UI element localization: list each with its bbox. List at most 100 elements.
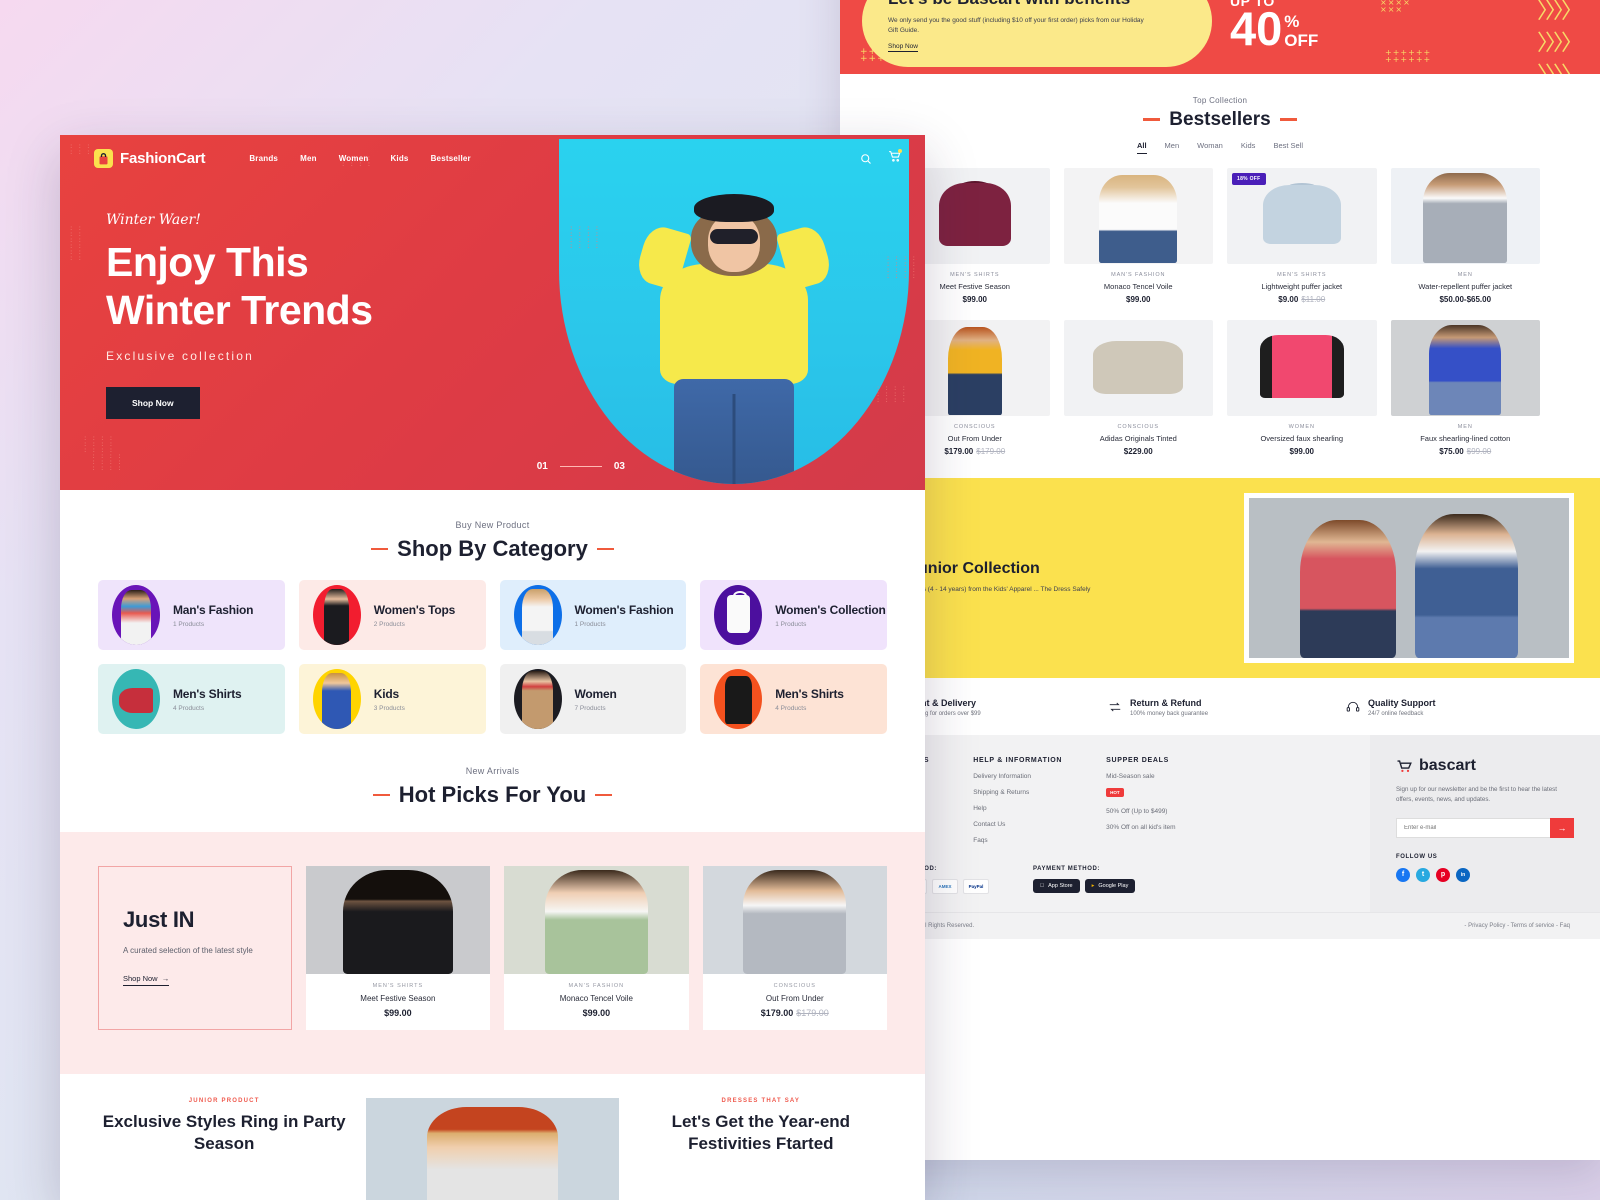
nav-item-bestseller[interactable]: Bestseller — [431, 154, 471, 163]
product-price: $9.00 — [1278, 294, 1299, 304]
benefit-shop-now-link[interactable]: Shop Now — [888, 43, 918, 53]
cart-icon — [1397, 759, 1412, 772]
just-in-description: A curated selection of the latest style — [123, 946, 253, 955]
product-card[interactable]: MEN Water-repellent puffer jacket $50.00… — [1390, 167, 1540, 304]
deal-item-30-off: 30% Off on all kid's item — [1106, 823, 1176, 831]
product-price: $99.00 — [962, 294, 987, 304]
hot-picks-title: Hot Picks For You — [398, 782, 587, 807]
newsletter-email-input[interactable] — [1396, 817, 1550, 838]
footer-link-faqs[interactable]: Faqs — [973, 837, 1062, 844]
facebook-icon[interactable]: f — [1396, 867, 1410, 882]
footer-link-shipping-returns[interactable]: Shipping & Returns — [973, 789, 1062, 796]
nav-item-kids[interactable]: Kids — [390, 154, 408, 163]
product-card[interactable]: CONSCIOUS Adidas Originals Tinted $229.0… — [1063, 319, 1213, 456]
bascart-name: bascart — [1419, 756, 1476, 774]
category-card-womens-tops[interactable]: Women's Tops 2 Products — [298, 580, 486, 650]
blog-card-right[interactable]: DRESSES THAT SAY Let's Get the Year-end … — [635, 1098, 887, 1155]
twitter-icon[interactable]: t — [1416, 867, 1430, 882]
blog-card-left[interactable]: JUNIOR PRODUCT Exclusive Styles Ring in … — [98, 1098, 350, 1155]
just-in-shop-now-link[interactable]: Shop Now → — [123, 973, 170, 986]
category-name: Men's Shirts — [775, 686, 844, 701]
category-card-womens-fashion[interactable]: Women's Fashion 1 Products — [499, 580, 687, 650]
nav-item-brands[interactable]: Brands — [249, 154, 278, 163]
category-card-womens-collection[interactable]: Women's Collection 1 Products — [700, 580, 887, 650]
cart-button[interactable] — [888, 148, 902, 168]
product-card[interactable]: CONSCIOUS Out From Under $179.00 $179.00 — [702, 866, 887, 1030]
category-card-women[interactable]: Women 7 Products — [499, 664, 687, 734]
product-card[interactable]: MAN'S FASHION Monaco Tencel Voile $99.00 — [504, 866, 689, 1030]
hero-shop-now-button[interactable]: Shop Now — [106, 386, 200, 419]
category-card-kids[interactable]: Kids 3 Products — [298, 664, 486, 734]
offer-value: 40 — [1230, 2, 1283, 56]
payment-method-stores: PAYMENT METHOD: App Store ▸Google Play — [1033, 865, 1136, 894]
product-card[interactable]: WOMEN Oversized faux shearling $99.00 — [1227, 319, 1377, 456]
deal-item-50-off: 50% Off (Up to $499) — [1106, 807, 1168, 815]
footer-link-contact-us[interactable]: Contact Us — [973, 821, 1062, 828]
filter-tab-all[interactable]: All — [1136, 141, 1147, 154]
shop-by-category-section: Buy New Product Shop By Category Man's F… — [60, 490, 925, 748]
category-card-mans-fashion[interactable]: Man's Fashion 1 Products — [98, 580, 285, 650]
product-tag: CONSCIOUS — [1117, 423, 1159, 430]
product-tag: MEN'S SHIRTS — [372, 983, 424, 989]
arrow-right-icon: → — [161, 973, 170, 983]
product-card[interactable]: MEN Faux shearling-lined cotton $75.00 $9… — [1390, 319, 1540, 456]
slide-current[interactable]: 01 — [537, 461, 548, 472]
filter-tab-men[interactable]: Men — [1165, 141, 1180, 154]
benefit-text: We only send you the good stuff (includi… — [888, 16, 1144, 34]
app-store-button[interactable]: App Store — [1033, 878, 1080, 893]
hero-title-line-1: Enjoy This — [106, 239, 309, 285]
product-name: Adidas Originals Tinted — [1099, 433, 1177, 443]
dash-left-icon — [1143, 118, 1161, 121]
product-card[interactable]: 18% OFF MEN'S SHIRTS Lightweight puffer … — [1227, 167, 1377, 304]
blog-tag: DRESSES THAT SAY — [721, 1098, 801, 1104]
service-subtitle: 100% money back guarantee — [1130, 710, 1209, 717]
slide-total[interactable]: 03 — [614, 461, 625, 472]
bag-glyph-icon — [99, 152, 108, 164]
filter-tab-woman[interactable]: Woman — [1197, 141, 1223, 154]
legal-links[interactable]: - Privacy Policy - Terms of service - Fa… — [1464, 923, 1570, 929]
footer-column-title: HELP & INFORMATION — [973, 756, 1063, 764]
brand-logo[interactable]: FashionCart — [94, 149, 206, 168]
apple-icon:  — [1040, 883, 1044, 889]
product-price: $99.00 — [1126, 294, 1151, 304]
triangle-pattern-icon: ×××××××××××××××××× — [1380, 0, 1411, 14]
service-features-bar: Payment & Delivery Free shipping for ord… — [840, 677, 1600, 735]
hero-title-line-2: Winter Trends — [106, 287, 373, 334]
product-card[interactable]: MEN'S SHIRTS Meet Festive Season $99.00 — [305, 866, 491, 1030]
footer-link-help[interactable]: Help — [973, 805, 1062, 812]
category-count: 1 Products — [173, 620, 205, 628]
just-in-title: Just IN — [123, 907, 195, 932]
product-price: $229.00 — [1123, 446, 1153, 456]
footer: USEFUL LINKS About Us My Account Best Se… — [840, 734, 1600, 912]
blog-tag: JUNIOR PRODUCT — [188, 1098, 260, 1104]
category-card-mens-shirts-1[interactable]: Men's Shirts 4 Products — [98, 664, 285, 734]
offer-percent-symbol: % — [1284, 11, 1300, 31]
newsletter-description: Sign up for our newsletter and be the fi… — [1396, 785, 1557, 804]
category-title: Shop By Category — [397, 536, 588, 561]
product-name: Lightweight puffer jacket — [1261, 281, 1343, 291]
pinterest-icon[interactable]: p — [1436, 867, 1450, 882]
category-count: 4 Products — [775, 704, 807, 712]
payment-method-title: PAYMENT METHOD: — [1033, 865, 1101, 872]
product-name: Monaco Tencel Voile — [559, 994, 633, 1003]
linkedin-icon[interactable]: in — [1456, 867, 1470, 882]
product-image — [702, 866, 887, 974]
benefit-heading: Let's be Bascart with benefits — [888, 0, 1152, 9]
service-item-quality-support: Quality Support 24/7 online feedback — [1346, 698, 1570, 717]
filter-tab-kids[interactable]: Kids — [1241, 141, 1256, 154]
search-icon[interactable] — [860, 153, 872, 165]
category-card-mens-shirts-2[interactable]: Men's Shirts 4 Products — [700, 664, 887, 734]
filter-tab-best-sell[interactable]: Best Sell — [1273, 141, 1303, 154]
product-name: Out From Under — [765, 994, 824, 1003]
top-navigation: FashionCart Brands Men Women Kids Bestse… — [60, 135, 925, 168]
product-tag: MEN — [1457, 423, 1473, 430]
product-card[interactable]: MAN'S FASHION Monaco Tencel Voile $99.00 — [1063, 167, 1213, 304]
product-old-price: $99.00 — [1466, 446, 1492, 456]
newsletter-submit-button[interactable]: → — [1550, 817, 1574, 838]
cart-badge-dot — [898, 148, 902, 153]
footer-link-delivery-information[interactable]: Delivery Information — [973, 773, 1062, 780]
google-play-button[interactable]: ▸ Google Play — [1084, 878, 1136, 893]
product-name: Meet Festive Season — [360, 994, 436, 1003]
nav-item-women[interactable]: Women — [339, 154, 369, 163]
nav-item-men[interactable]: Men — [300, 154, 317, 163]
